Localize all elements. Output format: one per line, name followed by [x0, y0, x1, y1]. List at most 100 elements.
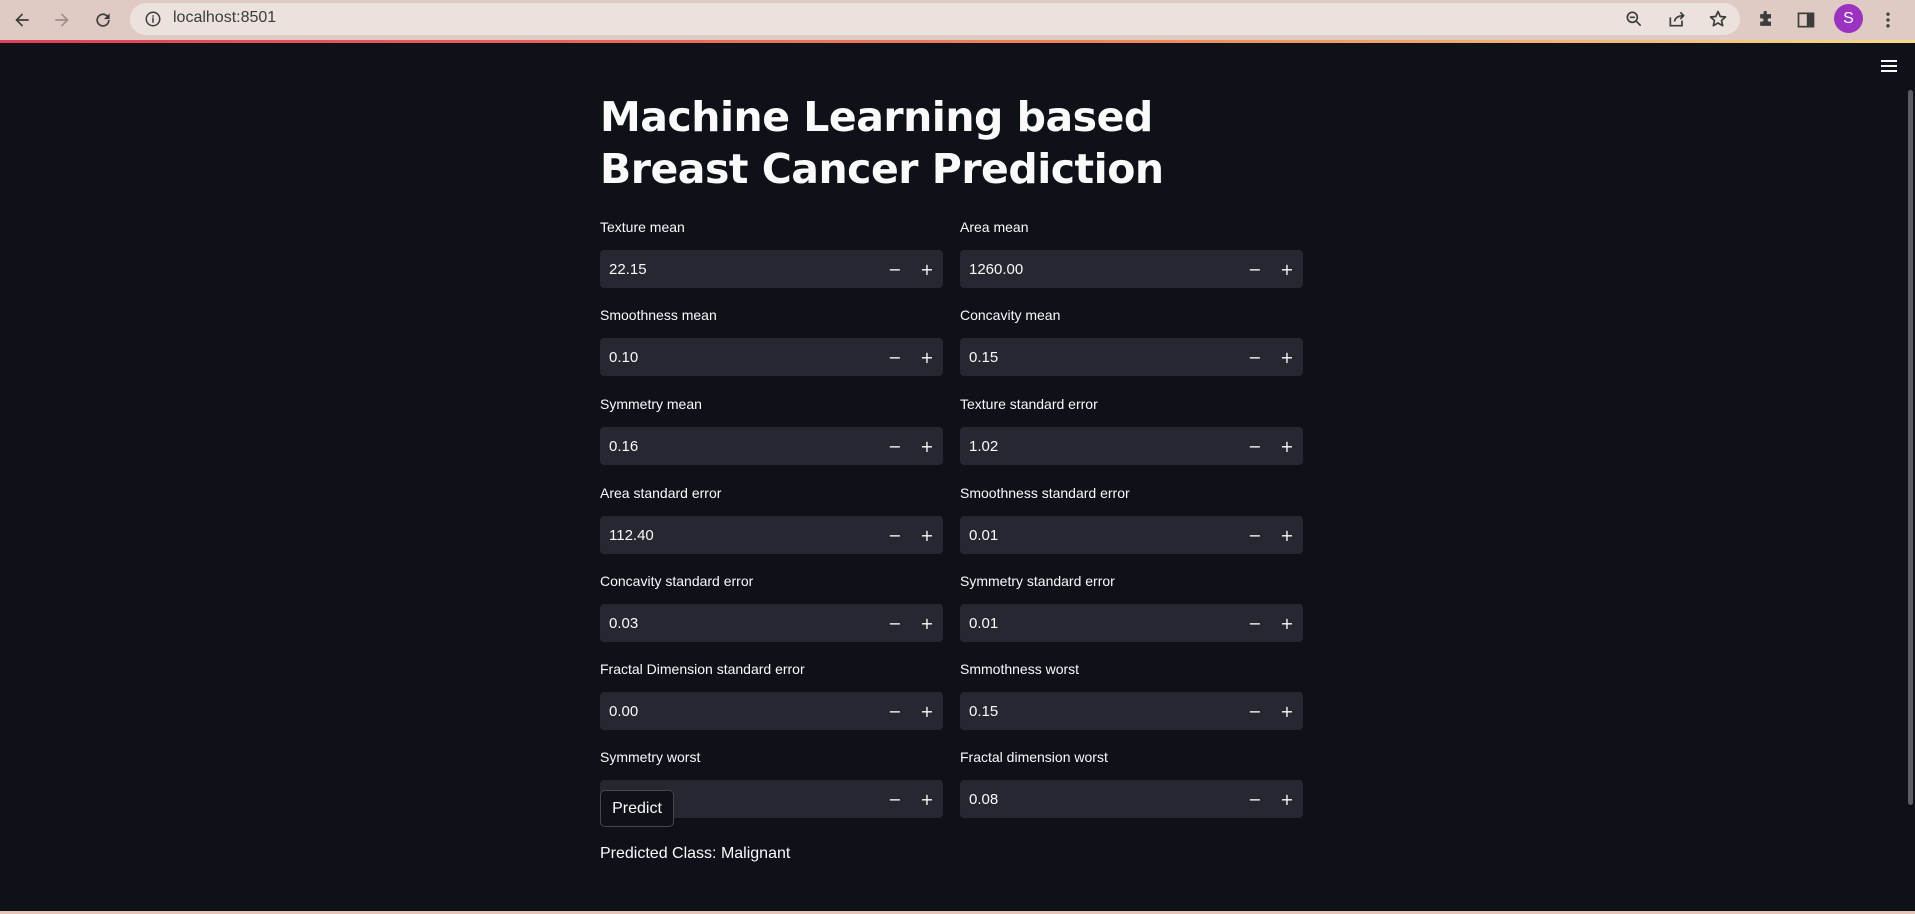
- symmetry-mean-input[interactable]: [600, 427, 879, 465]
- field-area-standard-error: Area standard error − +: [600, 483, 943, 554]
- number-input-box: − +: [600, 250, 943, 288]
- hamburger-menu-icon[interactable]: [1880, 57, 1900, 75]
- field-label: Concavity mean: [960, 307, 1061, 323]
- increment-button[interactable]: +: [1271, 516, 1303, 554]
- field-label: Symmetry standard error: [960, 573, 1115, 589]
- area-standard-error-input[interactable]: [600, 516, 879, 554]
- increment-button[interactable]: +: [911, 250, 943, 288]
- field-smoothness-worst: Smmothness worst − +: [960, 659, 1303, 730]
- smoothness-worst-input[interactable]: [960, 692, 1239, 730]
- field-texture-standard-error: Texture standard error − +: [960, 394, 1303, 465]
- increment-button[interactable]: +: [911, 780, 943, 818]
- symmetry-standard-error-input[interactable]: [960, 604, 1239, 642]
- field-label: Smoothness standard error: [960, 485, 1130, 501]
- increment-button[interactable]: +: [911, 516, 943, 554]
- field-smoothness-mean: Smoothness mean − +: [600, 305, 943, 376]
- browser-menu-icon[interactable]: [1875, 7, 1901, 33]
- field-label: Area mean: [960, 219, 1029, 235]
- decrement-button[interactable]: −: [879, 338, 911, 376]
- field-label: Area standard error: [600, 485, 722, 501]
- field-texture-mean: Texture mean − +: [600, 217, 943, 288]
- decrement-button[interactable]: −: [1239, 516, 1271, 554]
- decrement-button[interactable]: −: [879, 604, 911, 642]
- increment-button[interactable]: +: [1271, 780, 1303, 818]
- scrollbar[interactable]: [1908, 90, 1913, 805]
- field-concavity-standard-error: Concavity standard error − +: [600, 571, 943, 642]
- number-input-box: − +: [960, 780, 1303, 818]
- concavity-mean-input[interactable]: [960, 338, 1239, 376]
- profile-avatar[interactable]: S: [1834, 4, 1863, 33]
- address-bar[interactable]: localhost:8501: [130, 3, 1740, 35]
- field-smoothness-standard-error: Smoothness standard error − +: [960, 483, 1303, 554]
- prediction-result: Predicted Class: Malignant: [600, 845, 791, 862]
- reload-icon[interactable]: [89, 6, 117, 34]
- side-panel-icon[interactable]: [1793, 7, 1819, 33]
- predict-button[interactable]: Predict: [600, 790, 674, 827]
- decrement-button[interactable]: −: [879, 516, 911, 554]
- bookmark-star-icon[interactable]: [1707, 8, 1729, 30]
- decrement-button[interactable]: −: [879, 250, 911, 288]
- field-label: Symmetry worst: [600, 749, 701, 765]
- decrement-button[interactable]: −: [1239, 338, 1271, 376]
- field-concavity-mean: Concavity mean − +: [960, 305, 1303, 376]
- increment-button[interactable]: +: [1271, 692, 1303, 730]
- increment-button[interactable]: +: [1271, 338, 1303, 376]
- increment-button[interactable]: +: [911, 427, 943, 465]
- url-text[interactable]: localhost:8501: [173, 9, 276, 27]
- number-input-box: − +: [600, 516, 943, 554]
- field-label: Fractal dimension worst: [960, 749, 1108, 765]
- page-title: Machine Learning based Breast Cancer Pre…: [600, 93, 1164, 193]
- number-input-box: − +: [960, 604, 1303, 642]
- back-icon[interactable]: [8, 6, 36, 34]
- field-label: Smmothness worst: [960, 661, 1080, 677]
- forward-icon[interactable]: [48, 6, 76, 34]
- streamlit-app: Machine Learning based Breast Cancer Pre…: [0, 43, 1915, 911]
- decrement-button[interactable]: −: [1239, 692, 1271, 730]
- field-area-mean: Area mean − +: [960, 217, 1303, 288]
- decrement-button[interactable]: −: [1239, 604, 1271, 642]
- increment-button[interactable]: +: [911, 338, 943, 376]
- site-info-icon[interactable]: [144, 10, 162, 28]
- browser-toolbar: localhost:8501 S: [0, 0, 1915, 40]
- decrement-button[interactable]: −: [1239, 780, 1271, 818]
- increment-button[interactable]: +: [1271, 427, 1303, 465]
- field-label: Concavity standard error: [600, 573, 754, 589]
- fractal-dimension-standard-error-input[interactable]: [600, 692, 879, 730]
- number-input-box: − +: [960, 692, 1303, 730]
- number-input-box: − +: [960, 250, 1303, 288]
- fractal-dimension-worst-input[interactable]: [960, 780, 1239, 818]
- field-fractal-dimension-worst: Fractal dimension worst − +: [960, 747, 1303, 818]
- number-input-box: − +: [600, 427, 943, 465]
- decrement-button[interactable]: −: [1239, 427, 1271, 465]
- decrement-button[interactable]: −: [879, 780, 911, 818]
- field-fractal-dimension-standard-error: Fractal Dimension standard error − +: [600, 659, 943, 730]
- texture-standard-error-input[interactable]: [960, 427, 1239, 465]
- share-icon[interactable]: [1666, 8, 1688, 30]
- number-input-box: − +: [600, 338, 943, 376]
- smoothness-mean-input[interactable]: [600, 338, 879, 376]
- smoothness-standard-error-input[interactable]: [960, 516, 1239, 554]
- field-label: Texture standard error: [960, 396, 1098, 412]
- decrement-button[interactable]: −: [879, 427, 911, 465]
- field-label: Smoothness mean: [600, 307, 717, 323]
- concavity-standard-error-input[interactable]: [600, 604, 879, 642]
- number-input-box: − +: [960, 516, 1303, 554]
- number-input-box: − +: [600, 692, 943, 730]
- field-symmetry-standard-error: Symmetry standard error − +: [960, 571, 1303, 642]
- extensions-icon[interactable]: [1753, 7, 1779, 33]
- field-label: Texture mean: [600, 219, 685, 235]
- increment-button[interactable]: +: [1271, 250, 1303, 288]
- increment-button[interactable]: +: [911, 604, 943, 642]
- area-mean-input[interactable]: [960, 250, 1239, 288]
- increment-button[interactable]: +: [911, 692, 943, 730]
- decrement-button[interactable]: −: [879, 692, 911, 730]
- field-symmetry-mean: Symmetry mean − +: [600, 394, 943, 465]
- texture-mean-input[interactable]: [600, 250, 879, 288]
- increment-button[interactable]: +: [1271, 604, 1303, 642]
- field-label: Fractal Dimension standard error: [600, 661, 805, 677]
- number-input-box: − +: [960, 338, 1303, 376]
- decrement-button[interactable]: −: [1239, 250, 1271, 288]
- number-input-box: − +: [600, 604, 943, 642]
- zoom-icon[interactable]: [1623, 8, 1645, 30]
- number-input-box: − +: [960, 427, 1303, 465]
